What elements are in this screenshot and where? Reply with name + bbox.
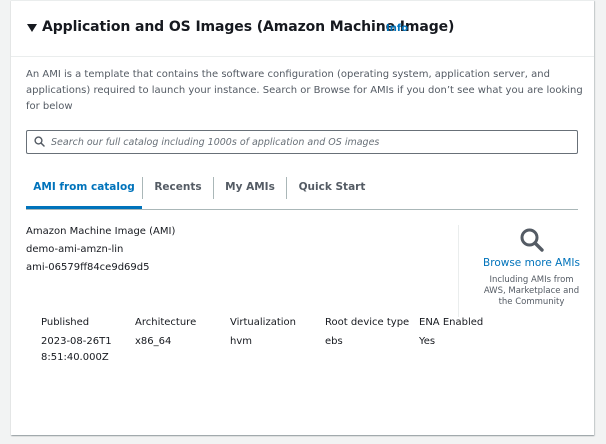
selected-ami: Amazon Machine Image (AMI) demo-ami-amzn… bbox=[26, 223, 175, 277]
search-input[interactable] bbox=[51, 132, 571, 152]
detail-label: Architecture bbox=[135, 317, 197, 328]
detail-value: 2023-08-26T18:51:40.000Z bbox=[41, 336, 112, 363]
detail-root-device-type: Root device type ebs bbox=[325, 315, 409, 350]
tab-quick-start[interactable]: Quick Start bbox=[287, 168, 377, 206]
detail-value: hvm bbox=[230, 336, 252, 347]
browse-more-amis-link[interactable]: Browse more AMIs bbox=[469, 257, 594, 269]
section-header[interactable]: Application and OS Images (Amazon Machin… bbox=[11, 1, 594, 57]
vertical-divider bbox=[458, 225, 459, 317]
tab-recents[interactable]: Recents bbox=[143, 168, 213, 206]
ami-id: ami-06579ff84ce9d69d5 bbox=[26, 262, 150, 273]
tab-ami-from-catalog[interactable]: AMI from catalog bbox=[26, 168, 142, 209]
ami-tabs: AMI from catalog Recents My AMIs Quick S… bbox=[26, 168, 578, 210]
search-box[interactable] bbox=[26, 130, 578, 154]
detail-value: Yes bbox=[419, 336, 436, 347]
magnifier-icon[interactable] bbox=[519, 227, 545, 253]
browse-more-amis: Browse more AMIs Including AMIs from AWS… bbox=[469, 223, 594, 308]
detail-label: ENA Enabled bbox=[419, 317, 484, 328]
detail-value: ebs bbox=[325, 336, 343, 347]
info-link[interactable]: Info bbox=[386, 23, 408, 34]
detail-label: Root device type bbox=[325, 317, 410, 328]
detail-published: Published 2023-08-26T18:51:40.000Z bbox=[41, 315, 121, 366]
detail-label: Virtualization bbox=[230, 317, 296, 328]
section-description: An AMI is a template that contains the s… bbox=[26, 69, 583, 112]
tab-my-amis[interactable]: My AMIs bbox=[214, 168, 286, 206]
detail-architecture: Architecture x86_64 bbox=[135, 315, 196, 350]
detail-virtualization: Virtualization hvm bbox=[230, 315, 296, 350]
search-icon bbox=[34, 136, 45, 147]
detail-label: Published bbox=[41, 317, 90, 328]
ami-name: demo-ami-amzn-lin bbox=[26, 244, 124, 255]
caret-down-icon[interactable] bbox=[27, 24, 37, 32]
ami-section-panel: Application and OS Images (Amazon Machin… bbox=[11, 0, 594, 435]
detail-ena-enabled: ENA Enabled Yes bbox=[419, 315, 483, 350]
ami-heading: Amazon Machine Image (AMI) bbox=[26, 226, 176, 237]
browse-note: Including AMIs from AWS, Marketplace and… bbox=[483, 275, 580, 307]
detail-value: x86_64 bbox=[135, 336, 172, 347]
